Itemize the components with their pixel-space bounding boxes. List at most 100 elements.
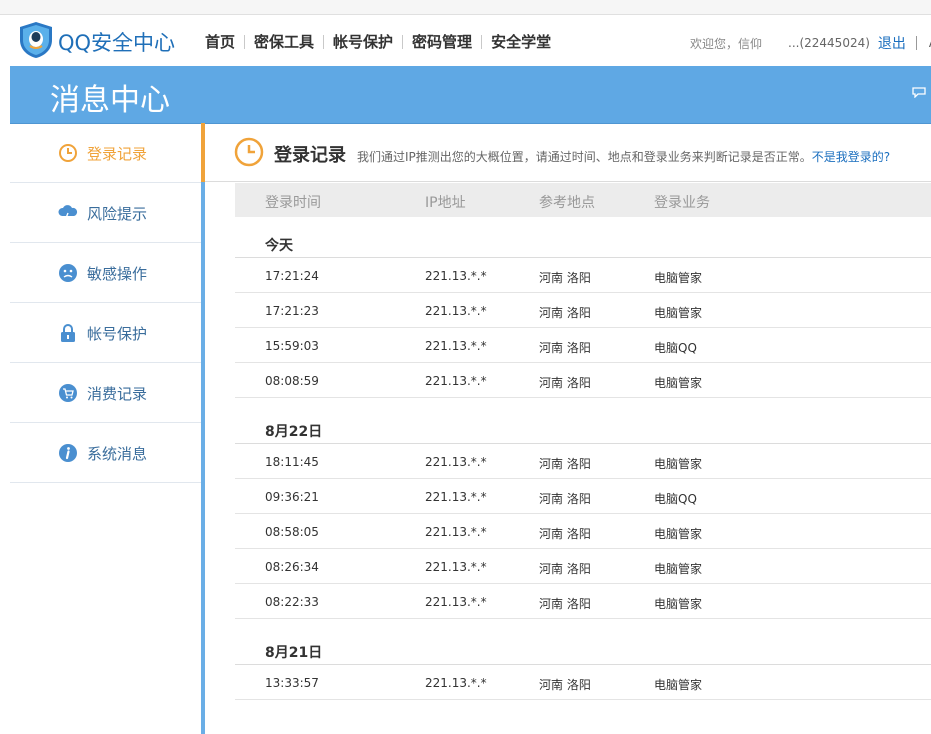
active-item-accent [201, 123, 205, 182]
service-cell: 电脑管家 [654, 562, 703, 576]
welcome-text: 欢迎您，信仰 [690, 36, 763, 51]
date-group-title: 8月22日 [235, 403, 931, 443]
browser-top-strip [0, 0, 931, 15]
nav-account-protection[interactable]: 帐号保护 [324, 31, 402, 52]
ip-address-cell: 221.13.*.* [425, 374, 487, 388]
table-row: 15:59:03 221.13.*.* 河南 洛阳 电脑QQ [235, 328, 931, 363]
sidebar-divider [201, 123, 205, 734]
login-time-cell: 09:36:21 [265, 490, 319, 504]
sidebar-item-login-records[interactable]: 登录记录 [10, 123, 201, 183]
user-id: ...(22445024) [788, 36, 870, 50]
clock-icon [234, 137, 264, 167]
login-time-cell: 08:26:34 [265, 560, 319, 574]
top-header: QQ安全中心 首页 密保工具 帐号保护 密码管理 安全学堂 欢迎您，信仰 ...… [0, 15, 931, 65]
date-group-title: 8月21日 [235, 624, 931, 664]
location-cell: 河南 洛阳 [539, 341, 591, 355]
date-group-label: 8月22日 [265, 424, 323, 440]
table-header: 登录时间 IP地址 参考地点 登录业务 [235, 183, 931, 217]
login-records-table: 今天 17:21:24 221.13.*.* 河南 洛阳 电脑管家 17:21:23 221… [235, 217, 931, 700]
service-cell: 电脑管家 [654, 376, 703, 390]
service-cell: 电脑QQ [654, 341, 697, 355]
login-time-cell: 18:11:45 [265, 455, 319, 469]
page-banner: 消息中心 [10, 66, 931, 124]
cart-icon [59, 384, 77, 402]
login-time-cell: 08:08:59 [265, 374, 319, 388]
clock-icon [59, 144, 77, 162]
location-cell: 河南 洛阳 [539, 457, 591, 471]
column-header-location: 参考地点 [539, 195, 595, 211]
ip-address-cell: 221.13.*.* [425, 490, 487, 504]
nav-security-tools[interactable]: 密保工具 [245, 31, 323, 52]
section-description: 我们通过IP推测出您的大概位置，请通过时间、地点和登录业务来判断记录是否正常。不… [357, 148, 890, 165]
sidebar-item-account-protection[interactable]: 帐号保护 [10, 303, 201, 363]
header-divider [205, 181, 931, 182]
ip-address-cell: 221.13.*.* [425, 455, 487, 469]
location-cell: 河南 洛阳 [539, 527, 591, 541]
nav-password-management[interactable]: 密码管理 [403, 31, 481, 52]
logout-link[interactable]: 退出 [878, 33, 906, 53]
login-time-cell: 17:21:24 [265, 269, 319, 283]
nav-home[interactable]: 首页 [196, 31, 244, 52]
table-row: 17:21:24 221.13.*.* 河南 洛阳 电脑管家 [235, 258, 931, 293]
sidebar: 登录记录 风险提示 敏感操作 帐号保护 消费记录 系统消息 [10, 123, 201, 483]
location-cell: 河南 洛阳 [539, 678, 591, 692]
table-row: 08:58:05 221.13.*.* 河南 洛阳 电脑管家 [235, 514, 931, 549]
sidebar-item-label: 风险提示 [87, 205, 148, 223]
login-time-cell: 08:22:33 [265, 595, 319, 609]
info-icon [59, 444, 77, 462]
column-header-service: 登录业务 [654, 195, 710, 211]
ip-address-cell: 221.13.*.* [425, 676, 487, 690]
table-row: 17:21:23 221.13.*.* 河南 洛阳 电脑管家 [235, 293, 931, 328]
userbar-separator [915, 36, 917, 50]
cloud-lightning-icon [58, 205, 78, 223]
column-header-time: 登录时间 [265, 195, 321, 211]
ip-address-cell: 221.13.*.* [425, 560, 487, 574]
table-row: 08:08:59 221.13.*.* 河南 洛阳 电脑管家 [235, 363, 931, 398]
sidebar-item-sensitive-operations[interactable]: 敏感操作 [10, 243, 201, 303]
location-cell: 河南 洛阳 [539, 597, 591, 611]
location-cell: 河南 洛阳 [539, 306, 591, 320]
sidebar-item-label: 登录记录 [87, 145, 148, 163]
login-time-cell: 13:33:57 [265, 676, 319, 690]
sidebar-item-system-messages[interactable]: 系统消息 [10, 423, 201, 483]
page-title: 消息中心 [50, 83, 170, 118]
chat-bubble-icon[interactable] [912, 87, 926, 98]
date-group-label: 今天 [265, 238, 293, 254]
service-cell: 电脑管家 [654, 306, 703, 320]
sidebar-item-spending-records[interactable]: 消费记录 [10, 363, 201, 423]
service-cell: 电脑管家 [654, 597, 703, 611]
main-nav: 首页 密保工具 帐号保护 密码管理 安全学堂 [196, 31, 560, 52]
location-cell: 河南 洛阳 [539, 271, 591, 285]
ip-address-cell: 221.13.*.* [425, 339, 487, 353]
brand-name[interactable]: QQ安全中心 [58, 27, 175, 57]
ip-address-cell: 221.13.*.* [425, 269, 487, 283]
lock-icon [61, 324, 75, 342]
sidebar-item-label: 帐号保护 [87, 325, 148, 343]
content-header: 登录记录 我们通过IP推测出您的大概位置，请通过时间、地点和登录业务来判断记录是… [234, 137, 931, 167]
table-row: 18:11:45 221.13.*.* 河南 洛阳 电脑管家 [235, 444, 931, 479]
service-cell: 电脑管家 [654, 457, 703, 471]
table-row: 09:36:21 221.13.*.* 河南 洛阳 电脑QQ [235, 479, 931, 514]
table-row: 08:26:34 221.13.*.* 河南 洛阳 电脑管家 [235, 549, 931, 584]
service-cell: 电脑管家 [654, 678, 703, 692]
smiley-icon [59, 264, 77, 282]
sidebar-item-label: 消费记录 [87, 385, 148, 403]
service-cell: 电脑管家 [654, 527, 703, 541]
location-cell: 河南 洛阳 [539, 562, 591, 576]
ip-address-cell: 221.13.*.* [425, 304, 487, 318]
ip-address-cell: 221.13.*.* [425, 525, 487, 539]
date-group-label: 8月21日 [265, 645, 323, 661]
not-me-link[interactable]: 不是我登录的? [812, 150, 890, 164]
date-group-title: 今天 [235, 217, 931, 257]
login-time-cell: 15:59:03 [265, 339, 319, 353]
column-header-ip: IP地址 [425, 195, 466, 211]
sidebar-item-risk-alerts[interactable]: 风险提示 [10, 183, 201, 243]
nav-security-school[interactable]: 安全学堂 [482, 31, 560, 52]
ip-address-cell: 221.13.*.* [425, 595, 487, 609]
section-title: 登录记录 [274, 145, 346, 166]
user-bar: 欢迎您，信仰 ...(22445024) 退出 A [690, 33, 931, 53]
service-cell: 电脑管家 [654, 271, 703, 285]
qq-shield-logo-icon[interactable] [18, 21, 54, 59]
location-cell: 河南 洛阳 [539, 492, 591, 506]
table-row: 08:22:33 221.13.*.* 河南 洛阳 电脑管家 [235, 584, 931, 619]
